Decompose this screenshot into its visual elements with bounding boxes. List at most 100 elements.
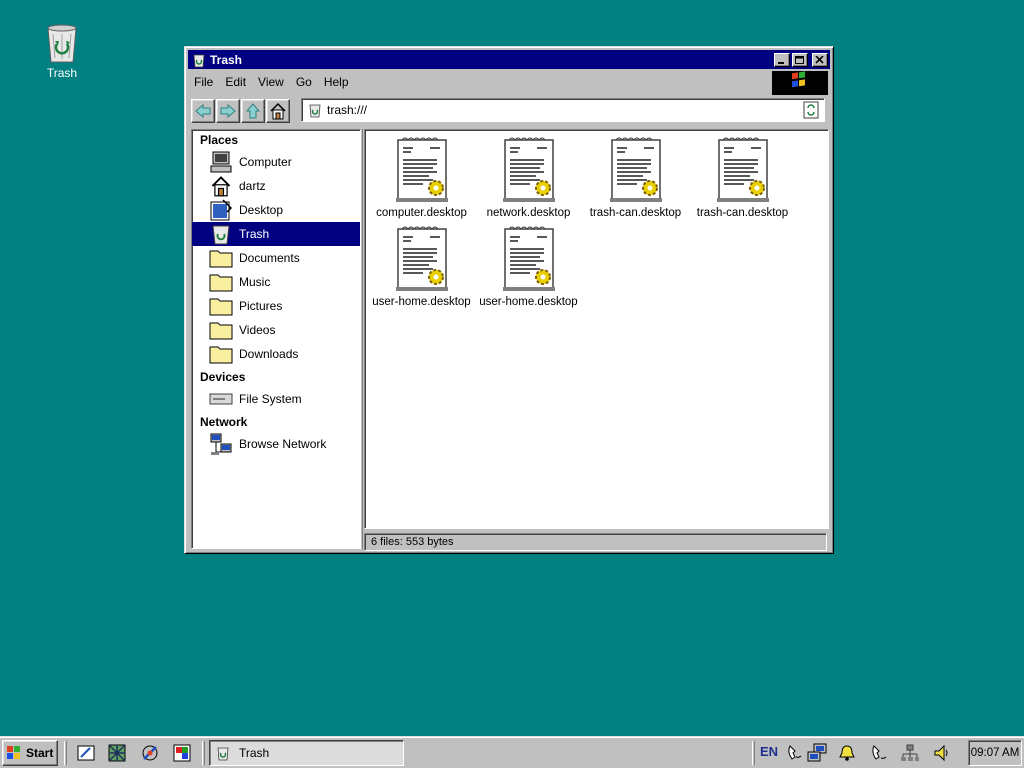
maximize-button[interactable] <box>792 52 808 67</box>
sidebar-item-label: Documents <box>239 251 300 265</box>
start-label: Start <box>26 746 54 760</box>
file-name: network.desktop <box>486 207 571 219</box>
minimize-icon <box>778 61 784 64</box>
status-bar: 6 files: 553 bytes <box>364 533 827 551</box>
sidebar-item-label: Videos <box>239 323 276 337</box>
trash-icon <box>47 24 77 63</box>
sidebar-item-label: Pictures <box>239 299 283 313</box>
drive-icon <box>209 393 233 405</box>
file-name: user-home.desktop <box>372 296 471 308</box>
status-text: 6 files: 553 bytes <box>371 536 454 548</box>
tray-grip <box>752 741 755 765</box>
desktop-trash-icon[interactable]: Trash <box>38 22 86 80</box>
folder-icon <box>209 274 233 292</box>
home-button[interactable] <box>266 99 290 123</box>
menu-edit[interactable]: Edit <box>219 75 252 89</box>
sidebar-item-home[interactable]: dartz <box>192 174 360 198</box>
menu-view[interactable]: View <box>252 75 290 89</box>
bell-icon[interactable] <box>838 743 856 763</box>
sidebar-item-downloads[interactable]: Downloads <box>192 342 360 366</box>
toolbar-grip[interactable] <box>64 741 67 765</box>
window-title: Trash <box>210 52 243 67</box>
file-item[interactable]: trash-can.desktop <box>582 130 689 219</box>
sidebar-item-music[interactable]: Music <box>192 270 360 294</box>
trash-icon <box>309 104 321 118</box>
sidebar-item-label: Computer <box>239 155 292 169</box>
lan-icon[interactable] <box>900 743 920 763</box>
menu-go[interactable]: Go <box>290 75 318 89</box>
windows-logo-icon <box>7 746 20 759</box>
toolbar-grip[interactable] <box>202 741 205 765</box>
address-bar[interactable]: trash:/// <box>301 98 825 122</box>
sidebar-item-label: File System <box>239 392 302 406</box>
sidebar-item-documents[interactable]: Documents <box>192 246 360 270</box>
folder-icon <box>209 346 233 364</box>
desktop-trash-label: Trash <box>46 66 78 80</box>
file-item[interactable]: trash-can.desktop <box>689 130 796 219</box>
close-button[interactable] <box>812 52 828 67</box>
clock[interactable]: 09:07 AM <box>968 740 1022 766</box>
file-item[interactable]: network.desktop <box>475 130 582 219</box>
taskbar: Start Trash EN 09:07 AM <box>0 736 1024 768</box>
sidebar-item-label: Desktop <box>239 203 284 217</box>
modem-icon[interactable] <box>870 743 888 763</box>
sidebar-item-trash[interactable]: Trash <box>192 222 360 246</box>
folder-icon <box>209 322 233 340</box>
show-desktop-icon[interactable] <box>76 743 96 763</box>
sidebar-item-file-system[interactable]: File System <box>192 387 360 411</box>
taskbar-window-trash[interactable]: Trash <box>209 740 404 766</box>
sidebar-item-browse-network[interactable]: Browse Network <box>192 432 360 456</box>
network-header: Network <box>200 415 248 429</box>
file-item[interactable]: user-home.desktop <box>368 219 475 308</box>
sidebar-item-desktop[interactable]: Desktop <box>192 198 360 222</box>
file-item[interactable]: computer.desktop <box>368 130 475 219</box>
title-bar[interactable]: Trash <box>188 50 830 69</box>
sidebar-item-label: Music <box>239 275 271 289</box>
file-item[interactable]: user-home.desktop <box>475 219 582 308</box>
network-icon <box>210 433 232 455</box>
folder-icon <box>209 298 233 316</box>
taskbar-window-label: Trash <box>239 746 270 760</box>
file-name: trash-can.desktop <box>696 207 789 219</box>
forward-button[interactable] <box>216 99 240 123</box>
start-button[interactable]: Start <box>2 740 58 766</box>
language-indicator[interactable]: EN <box>760 744 778 759</box>
up-button[interactable] <box>241 99 265 123</box>
sidebar-item-computer[interactable]: Computer <box>192 150 360 174</box>
arrow-left-icon <box>195 103 211 119</box>
places-sidebar: Places Computer dartz Desktop Trash Docu… <box>191 129 361 549</box>
close-icon <box>815 55 824 64</box>
pattern-app-icon[interactable] <box>107 743 127 763</box>
volume-icon[interactable] <box>932 743 952 763</box>
home-icon <box>211 176 231 197</box>
file-name: user-home.desktop <box>479 296 578 308</box>
navigation-toolbar: trash:/// <box>191 97 825 125</box>
arrow-right-icon <box>220 103 236 119</box>
throbber-logo <box>772 71 828 95</box>
folder-icon <box>209 250 233 268</box>
home-icon <box>270 102 286 120</box>
address-text[interactable]: trash:/// <box>327 103 803 117</box>
sidebar-item-pictures[interactable]: Pictures <box>192 294 360 318</box>
devices-header: Devices <box>200 370 246 384</box>
desktop-file-icon <box>716 137 769 202</box>
arrow-up-icon <box>245 103 261 119</box>
menu-help[interactable]: Help <box>318 75 355 89</box>
trash-icon <box>193 54 205 67</box>
refresh-icon[interactable] <box>803 101 819 119</box>
menu-bar: File Edit View Go Help <box>188 71 830 95</box>
paint-app-icon[interactable] <box>172 743 192 763</box>
menu-file[interactable]: File <box>188 75 219 89</box>
trash-icon <box>212 225 230 245</box>
desktop-file-icon <box>609 137 662 202</box>
desktop-file-icon <box>395 137 448 202</box>
back-button[interactable] <box>191 99 215 123</box>
desktop-file-icon <box>502 137 555 202</box>
sidebar-item-label: Downloads <box>239 347 299 361</box>
phone-icon[interactable] <box>786 743 804 763</box>
clock-time: 09:07 AM <box>970 747 1020 759</box>
sidebar-item-videos[interactable]: Videos <box>192 318 360 342</box>
minimize-button[interactable] <box>774 52 790 67</box>
network-status-icon[interactable] <box>806 743 830 763</box>
settings-app-icon[interactable] <box>140 743 160 763</box>
